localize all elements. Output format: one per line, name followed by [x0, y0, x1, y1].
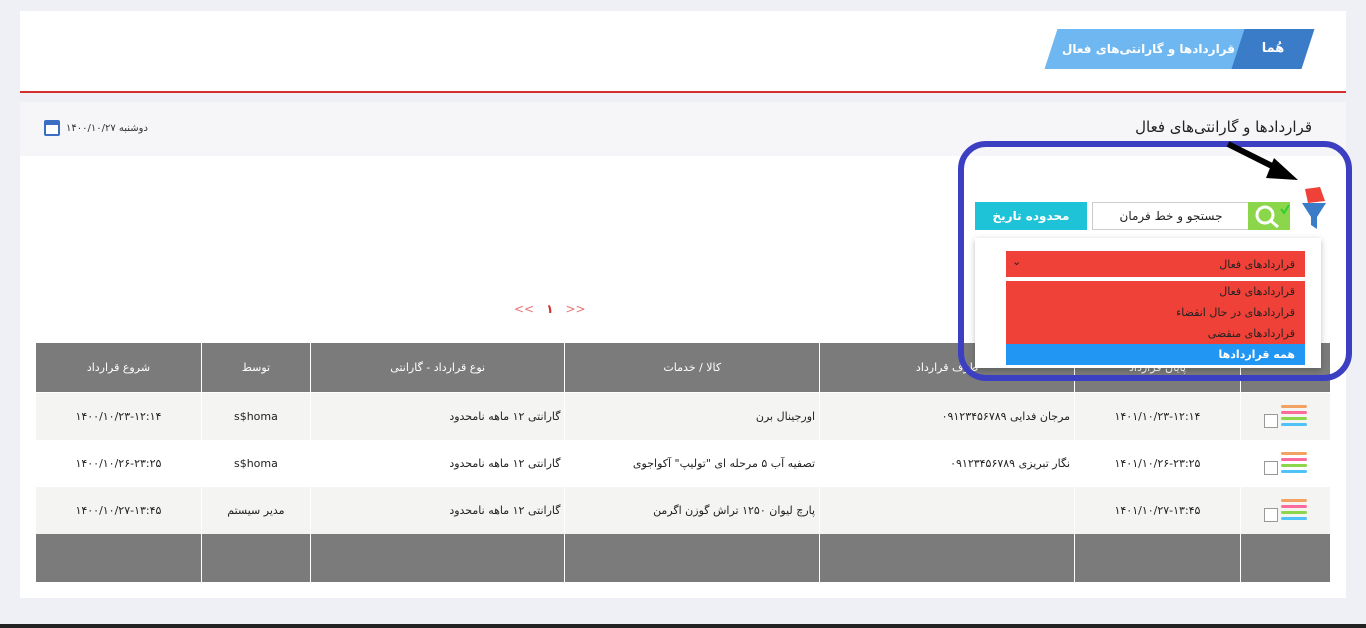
cell-type: گارانتی ۱۲ ماهه نامحدود	[309, 487, 566, 534]
calendar-icon	[44, 120, 60, 136]
row-select-cell	[1239, 487, 1332, 534]
cell-type: گارانتی ۱۲ ماهه نامحدود	[309, 440, 566, 487]
cell-start: ۱۴۰۰/۱۰/۲۷-۱۳:۴۵	[35, 487, 202, 534]
col-by[interactable]: توسط	[200, 342, 311, 393]
row-checkbox[interactable]	[1263, 508, 1278, 522]
row-select-cell	[1239, 440, 1332, 487]
table-row[interactable]: ۱۴۰۱/۱۰/۲۶-۲۳:۲۵ نگار تبریزی ۰۹۱۲۳۴۵۶۷۸۹…	[35, 440, 1332, 487]
cell-product: پارچ لیوان ۱۲۵۰ تراش گوزن اگرمن	[564, 487, 821, 534]
cell-start: ۱۴۰۰/۱۰/۲۶-۲۳:۲۵	[35, 440, 202, 487]
table-footer-row	[35, 534, 1332, 582]
col-start-date[interactable]: شروع قرارداد	[35, 342, 202, 393]
pager-current[interactable]: ۱	[546, 302, 553, 316]
chart-icon[interactable]	[1281, 496, 1308, 522]
cell-party: نگار تبریزی ۰۹۱۲۳۴۵۶۷۸۹	[819, 440, 1076, 487]
cell-end: ۱۴۰۱/۱۰/۲۷-۱۳:۴۵	[1074, 487, 1241, 534]
cell-by: مدیر سیستم	[200, 487, 311, 534]
cell-by: s$homa	[200, 440, 311, 487]
cell-start: ۱۴۰۰/۱۰/۲۳-۱۲:۱۴	[35, 392, 202, 440]
table-row[interactable]: ۱۴۰۱/۱۰/۲۷-۱۳:۴۵ پارچ لیوان ۱۲۵۰ تراش گو…	[35, 487, 1332, 534]
cell-end: ۱۴۰۱/۱۰/۲۳-۱۲:۱۴	[1074, 392, 1241, 440]
page-title: قراردادها و گارانتی‌های فعال	[1135, 118, 1312, 136]
cell-type: گارانتی ۱۲ ماهه نامحدود	[309, 392, 566, 440]
pager-next[interactable]: >>	[565, 302, 585, 316]
cell-product: اورجینال برن	[564, 392, 821, 440]
current-date: دوشنبه ۱۴۰۰/۱۰/۲۷	[44, 120, 148, 136]
table-row[interactable]: ۱۴۰۱/۱۰/۲۳-۱۲:۱۴ مرجان فدایی ۰۹۱۲۳۴۵۶۷۸۹…	[35, 392, 1332, 440]
row-checkbox[interactable]	[1263, 461, 1278, 475]
pointer-arrow-icon	[1226, 141, 1298, 180]
col-product[interactable]: کالا / خدمات	[564, 342, 821, 393]
cell-end: ۱۴۰۱/۱۰/۲۶-۲۳:۲۵	[1074, 440, 1241, 487]
date-text: دوشنبه ۱۴۰۰/۱۰/۲۷	[66, 122, 148, 134]
cell-party	[819, 487, 1076, 534]
cell-by: s$homa	[200, 392, 311, 440]
breadcrumb-home[interactable]: هُما	[1231, 29, 1315, 69]
top-header-card: قراردادها و گارانتی‌های فعال هُما	[20, 11, 1346, 93]
chart-icon[interactable]	[1281, 402, 1308, 428]
row-select-cell	[1239, 392, 1332, 440]
pager-prev[interactable]: <<	[514, 302, 534, 316]
breadcrumb-current-page[interactable]: قراردادها و گارانتی‌های فعال	[1044, 29, 1253, 69]
pagination: << ۱ >>	[514, 302, 586, 316]
chart-icon[interactable]	[1281, 449, 1308, 475]
row-checkbox[interactable]	[1263, 414, 1278, 428]
bottom-edge	[0, 624, 1366, 628]
col-contract-type[interactable]: نوع قرارداد - گارانتی	[309, 342, 566, 393]
cell-product: تصفیه آب ۵ مرحله ای "تولیپ" آکواجوی	[564, 440, 821, 487]
cell-party: مرجان فدایی ۰۹۱۲۳۴۵۶۷۸۹	[819, 392, 1076, 440]
